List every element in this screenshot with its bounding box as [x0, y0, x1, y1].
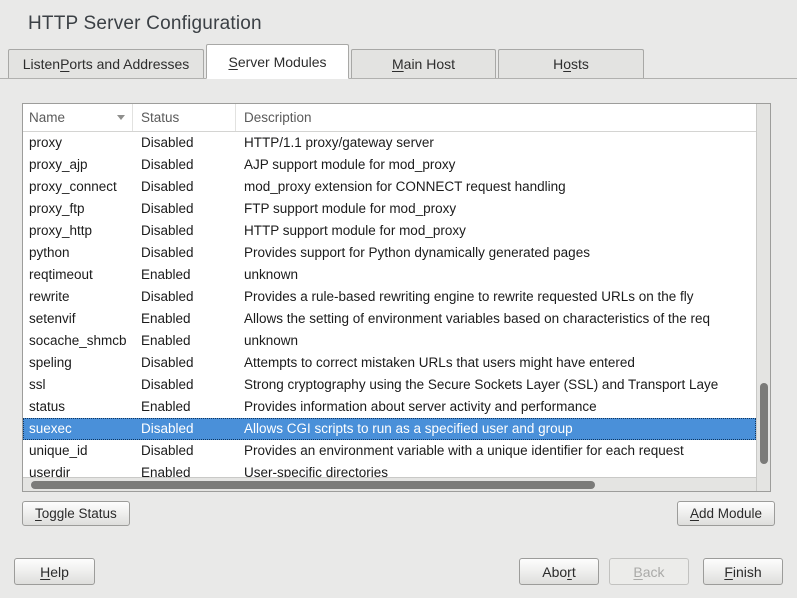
module-status-cell: Enabled	[133, 330, 236, 352]
horizontal-scrollbar-thumb[interactable]	[31, 481, 595, 489]
tab-server-modules[interactable]: Server Modules	[206, 44, 349, 79]
module-name-cell: proxy	[23, 132, 133, 154]
module-status-cell: Disabled	[133, 198, 236, 220]
module-description-cell: Strong cryptography using the Secure Soc…	[236, 374, 756, 396]
module-name-cell: rewrite	[23, 286, 133, 308]
module-status-cell: Disabled	[133, 132, 236, 154]
vertical-scrollbar-thumb[interactable]	[760, 383, 768, 464]
module-description-cell: User-specific directories	[236, 462, 756, 477]
module-status-cell: Enabled	[133, 462, 236, 477]
tab-main-host[interactable]: Main Host	[351, 49, 496, 78]
table-row[interactable]: python Disabled Provides support for Pyt…	[23, 242, 756, 264]
tab-listen-ports-and-addresses[interactable]: Listen Ports and Addresses	[8, 49, 204, 78]
module-name-cell: proxy_http	[23, 220, 133, 242]
module-name-cell: proxy_connect	[23, 176, 133, 198]
table-row[interactable]: proxy_connect Disabled mod_proxy extensi…	[23, 176, 756, 198]
module-description-cell: unknown	[236, 264, 756, 286]
module-status-cell: Disabled	[133, 286, 236, 308]
tab-hosts[interactable]: Hosts	[498, 49, 644, 78]
module-description-cell: Attempts to correct mistaken URLs that u…	[236, 352, 756, 374]
module-status-cell: Disabled	[133, 220, 236, 242]
module-description-cell: Provides an environment variable with a …	[236, 440, 756, 462]
column-header-status[interactable]: Status	[133, 104, 236, 131]
table-row[interactable]: proxy Disabled HTTP/1.1 proxy/gateway se…	[23, 132, 756, 154]
table-row[interactable]: ssl Disabled Strong cryptography using t…	[23, 374, 756, 396]
module-description-cell: AJP support module for mod_proxy	[236, 154, 756, 176]
module-name-cell: proxy_ajp	[23, 154, 133, 176]
module-status-cell: Disabled	[133, 352, 236, 374]
table-row[interactable]: proxy_ftp Disabled FTP support module fo…	[23, 198, 756, 220]
table-row[interactable]: status Enabled Provides information abou…	[23, 396, 756, 418]
module-name-cell: proxy_ftp	[23, 198, 133, 220]
add-module-button[interactable]: Add Module	[677, 501, 775, 526]
page-title: HTTP Server Configuration	[28, 13, 262, 35]
table-row[interactable]: proxy_http Disabled HTTP support module …	[23, 220, 756, 242]
column-header-status-label: Status	[141, 110, 179, 125]
module-name-cell: speling	[23, 352, 133, 374]
table-header: Name Status Description	[23, 104, 756, 132]
vertical-scrollbar[interactable]	[756, 104, 770, 491]
table-row[interactable]: reqtimeout Enabled unknown	[23, 264, 756, 286]
finish-button[interactable]: Finish	[703, 558, 783, 585]
module-description-cell: Provides information about server activi…	[236, 396, 756, 418]
module-status-cell: Disabled	[133, 242, 236, 264]
module-description-cell: HTTP/1.1 proxy/gateway server	[236, 132, 756, 154]
module-name-cell: python	[23, 242, 133, 264]
back-button[interactable]: Back	[609, 558, 689, 585]
module-status-cell: Enabled	[133, 264, 236, 286]
module-status-cell: Enabled	[133, 396, 236, 418]
table-row[interactable]: suexec Disabled Allows CGI scripts to ru…	[23, 418, 756, 440]
sort-descending-icon	[117, 115, 125, 120]
table-row[interactable]: unique_id Disabled Provides an environme…	[23, 440, 756, 462]
table-body: proxy Disabled HTTP/1.1 proxy/gateway se…	[23, 132, 756, 477]
table-row[interactable]: userdir Enabled User-specific directorie…	[23, 462, 756, 477]
module-name-cell: suexec	[23, 418, 133, 440]
module-status-cell: Disabled	[133, 418, 236, 440]
table-row[interactable]: speling Disabled Attempts to correct mis…	[23, 352, 756, 374]
module-description-cell: Allows CGI scripts to run as a specified…	[236, 418, 756, 440]
column-header-description[interactable]: Description	[236, 104, 756, 131]
module-name-cell: status	[23, 396, 133, 418]
table-row[interactable]: proxy_ajp Disabled AJP support module fo…	[23, 154, 756, 176]
module-name-cell: setenvif	[23, 308, 133, 330]
module-status-cell: Enabled	[133, 308, 236, 330]
abort-button[interactable]: Abort	[519, 558, 599, 585]
module-status-cell: Disabled	[133, 154, 236, 176]
tab-bar: Listen Ports and AddressesServer Modules…	[0, 44, 797, 79]
module-name-cell: ssl	[23, 374, 133, 396]
module-status-cell: Disabled	[133, 440, 236, 462]
module-description-cell: FTP support module for mod_proxy	[236, 198, 756, 220]
module-description-cell: mod_proxy extension for CONNECT request …	[236, 176, 756, 198]
table-row[interactable]: setenvif Enabled Allows the setting of e…	[23, 308, 756, 330]
module-description-cell: unknown	[236, 330, 756, 352]
module-status-cell: Disabled	[133, 374, 236, 396]
module-description-cell: HTTP support module for mod_proxy	[236, 220, 756, 242]
module-description-cell: Provides support for Python dynamically …	[236, 242, 756, 264]
module-name-cell: socache_shmcb	[23, 330, 133, 352]
column-header-name[interactable]: Name	[23, 104, 133, 131]
module-description-cell: Allows the setting of environment variab…	[236, 308, 756, 330]
column-header-name-label: Name	[29, 110, 65, 125]
module-status-cell: Disabled	[133, 176, 236, 198]
help-button[interactable]: Help	[14, 558, 95, 585]
module-name-cell: unique_id	[23, 440, 133, 462]
modules-table: Name Status Description proxy Disabled H…	[22, 103, 771, 492]
module-description-cell: Provides a rule-based rewriting engine t…	[236, 286, 756, 308]
module-name-cell: reqtimeout	[23, 264, 133, 286]
horizontal-scrollbar[interactable]	[23, 477, 756, 491]
table-row[interactable]: rewrite Disabled Provides a rule-based r…	[23, 286, 756, 308]
toggle-status-button[interactable]: Toggle Status	[22, 501, 130, 526]
table-row[interactable]: socache_shmcb Enabled unknown	[23, 330, 756, 352]
column-header-description-label: Description	[244, 110, 312, 125]
module-name-cell: userdir	[23, 462, 133, 477]
